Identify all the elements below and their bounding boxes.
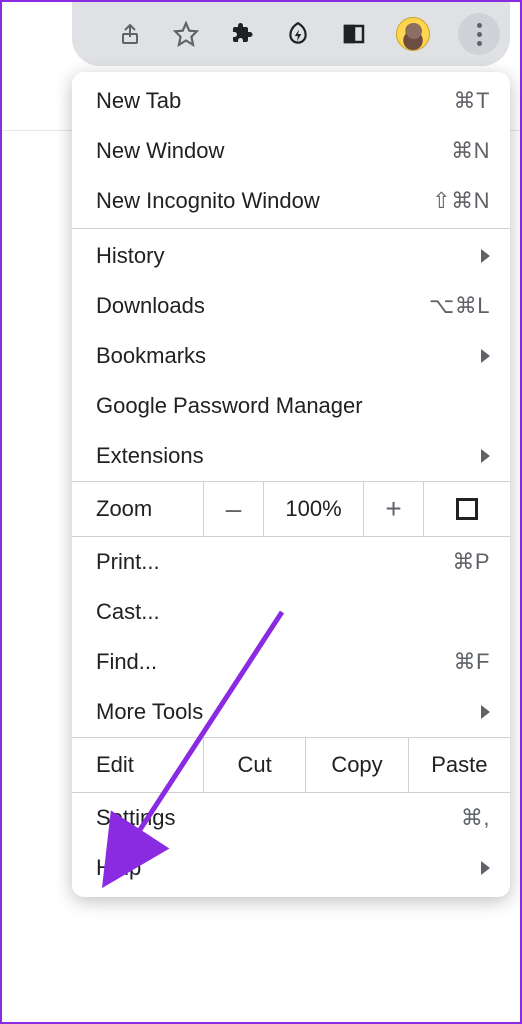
menu-shortcut: ⇧⌘N xyxy=(432,188,490,214)
share-icon[interactable] xyxy=(116,20,144,48)
submenu-arrow-icon xyxy=(481,705,490,719)
menu-item-history[interactable]: History xyxy=(72,231,510,281)
menu-shortcut: ⌘P xyxy=(452,549,490,575)
menu-item-cast[interactable]: Cast... xyxy=(72,587,510,637)
toolbar-pill xyxy=(72,2,510,66)
menu-item-settings[interactable]: Settings ⌘, xyxy=(72,793,510,843)
menu-item-more-tools[interactable]: More Tools xyxy=(72,687,510,737)
menu-label: History xyxy=(96,243,481,269)
menu-label: Cut xyxy=(238,752,272,778)
menu-item-new-incognito[interactable]: New Incognito Window ⇧⌘N xyxy=(72,176,510,226)
menu-item-new-tab[interactable]: New Tab ⌘T xyxy=(72,76,510,126)
menu-label: Zoom xyxy=(96,496,152,522)
menu-label: More Tools xyxy=(96,699,481,725)
menu-item-print[interactable]: Print... ⌘P xyxy=(72,537,510,587)
zoom-in-button[interactable]: + xyxy=(364,482,424,536)
submenu-arrow-icon xyxy=(481,449,490,463)
menu-label: Settings xyxy=(96,805,461,831)
fullscreen-icon xyxy=(456,498,478,520)
fullscreen-button[interactable] xyxy=(424,482,510,536)
zoom-value: 100% xyxy=(285,496,341,522)
menu-item-downloads[interactable]: Downloads ⌥⌘L xyxy=(72,281,510,331)
minus-icon: – xyxy=(226,493,242,525)
edit-cut-button[interactable]: Cut xyxy=(204,738,306,792)
menu-label: Help xyxy=(96,855,481,881)
menu-edit-row: Edit Cut Copy Paste xyxy=(72,737,510,793)
menu-item-new-window[interactable]: New Window ⌘N xyxy=(72,126,510,176)
extensions-icon[interactable] xyxy=(228,20,256,48)
edit-paste-button[interactable]: Paste xyxy=(409,738,510,792)
menu-label: Edit xyxy=(96,752,134,778)
submenu-arrow-icon xyxy=(481,249,490,263)
more-menu-button[interactable] xyxy=(458,13,500,55)
zoom-percent: 100% xyxy=(264,482,364,536)
star-icon[interactable] xyxy=(172,20,200,48)
energy-icon[interactable] xyxy=(284,20,312,48)
menu-shortcut: ⌘T xyxy=(454,88,490,114)
sidepanel-icon[interactable] xyxy=(340,20,368,48)
menu-shortcut: ⌘N xyxy=(451,138,490,164)
menu-separator xyxy=(72,228,510,229)
menu-item-help[interactable]: Help xyxy=(72,843,510,893)
menu-shortcut: ⌥⌘L xyxy=(429,293,490,319)
browser-toolbar xyxy=(2,2,520,74)
submenu-arrow-icon xyxy=(481,349,490,363)
zoom-out-button[interactable]: – xyxy=(204,482,264,536)
menu-item-password-manager[interactable]: Google Password Manager xyxy=(72,381,510,431)
menu-label: Print... xyxy=(96,549,452,575)
menu-item-extensions[interactable]: Extensions xyxy=(72,431,510,481)
menu-shortcut: ⌘, xyxy=(461,805,490,831)
menu-item-bookmarks[interactable]: Bookmarks xyxy=(72,331,510,381)
menu-label: New Tab xyxy=(96,88,454,114)
edit-copy-button[interactable]: Copy xyxy=(306,738,408,792)
chrome-main-menu: New Tab ⌘T New Window ⌘N New Incognito W… xyxy=(72,72,510,897)
menu-label: Google Password Manager xyxy=(96,393,490,419)
menu-label: Extensions xyxy=(96,443,481,469)
menu-label: Cast... xyxy=(96,599,490,625)
edit-label-cell: Edit xyxy=(72,738,204,792)
menu-label: Copy xyxy=(331,752,382,778)
menu-label: Downloads xyxy=(96,293,429,319)
plus-icon: + xyxy=(385,493,401,525)
menu-zoom-row: Zoom – 100% + xyxy=(72,481,510,537)
menu-label: Find... xyxy=(96,649,454,675)
menu-label: New Window xyxy=(96,138,451,164)
zoom-label-cell: Zoom xyxy=(72,482,204,536)
menu-label: Bookmarks xyxy=(96,343,481,369)
menu-item-find[interactable]: Find... ⌘F xyxy=(72,637,510,687)
menu-label: New Incognito Window xyxy=(96,188,432,214)
menu-label: Paste xyxy=(431,752,487,778)
submenu-arrow-icon xyxy=(481,861,490,875)
menu-shortcut: ⌘F xyxy=(454,649,490,675)
profile-avatar[interactable] xyxy=(396,17,430,51)
